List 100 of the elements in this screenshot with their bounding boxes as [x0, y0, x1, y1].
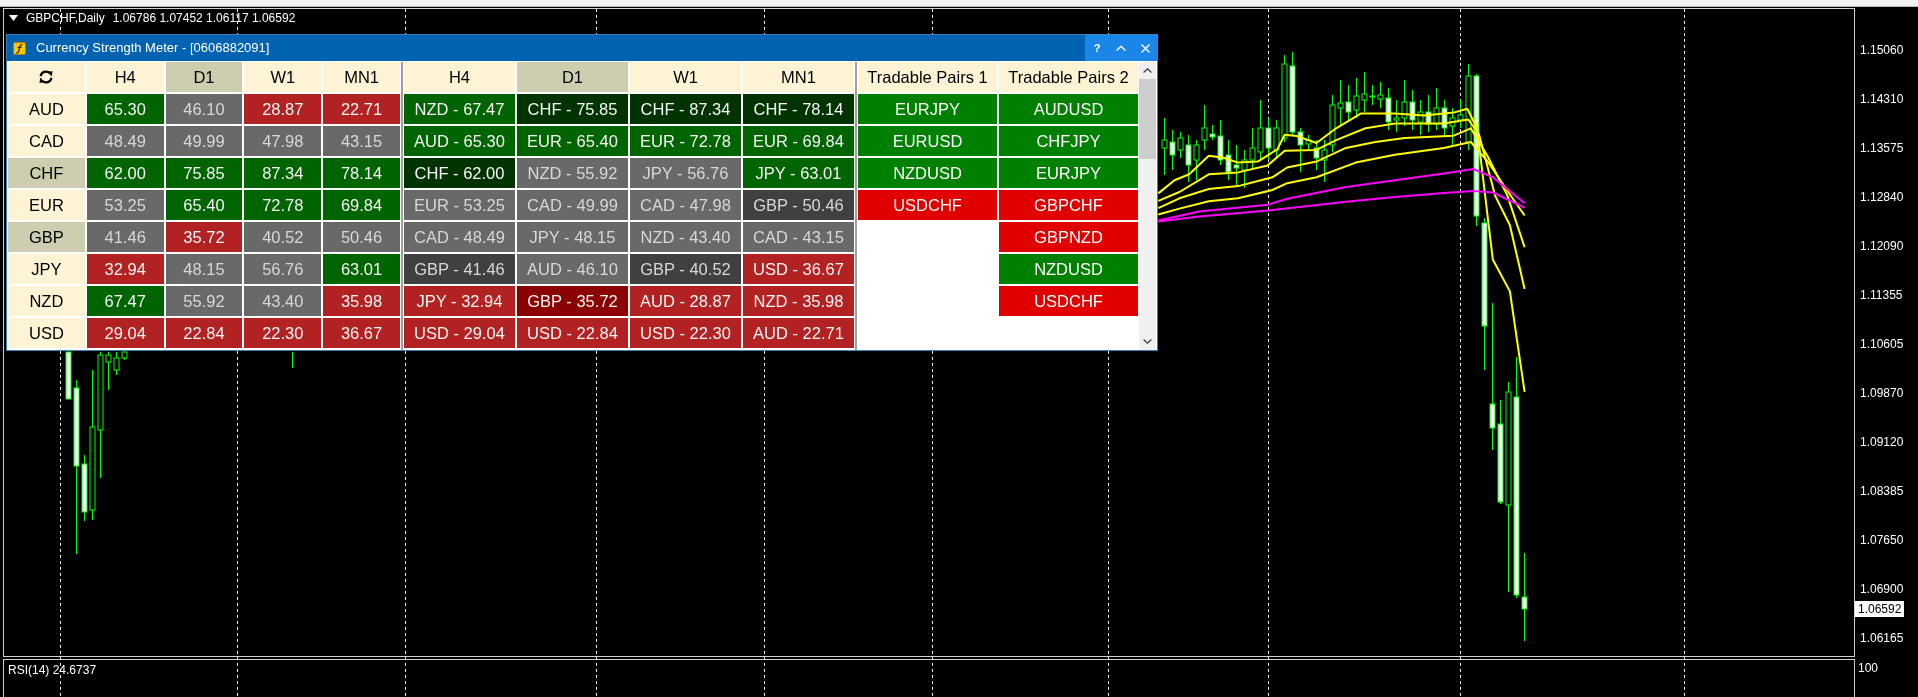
table-cell: CAD - 48.49 [404, 222, 515, 252]
row-header: JPY [8, 254, 85, 284]
table-cell: 22.84 [165, 318, 243, 348]
price-values: 1.06786 1.07452 1.06117 1.06592 [112, 11, 296, 25]
table-cell: EUR - 53.25 [404, 190, 515, 220]
row-header: GBP [8, 222, 85, 252]
table-cell: 35.72 [165, 222, 243, 252]
pair-cell: EURJPY [858, 94, 997, 124]
table-cell: AUD - 65.30 [404, 126, 515, 156]
table-cell: 72.78 [244, 190, 322, 220]
price-label: 1.07650 [1860, 533, 1904, 547]
table-cell: EUR - 65.40 [517, 126, 628, 156]
table-cell: 67.47 [86, 286, 164, 316]
window-title: Currency Strength Meter - [0606882091] [36, 40, 270, 56]
indicator-axis-label: 100 [1858, 661, 1879, 675]
table-cell: AUD - 46.10 [517, 254, 628, 284]
row-header: EUR [8, 190, 85, 220]
table-cell: 75.85 [165, 158, 243, 188]
table-cell: CAD - 43.15 [743, 222, 854, 252]
table-cell: 53.25 [86, 190, 164, 220]
row-header: USD [8, 318, 85, 348]
close-button[interactable] [1133, 35, 1157, 61]
column-header: H4 [404, 62, 515, 92]
close-icon [1140, 43, 1150, 53]
table-cell: NZD - 43.40 [630, 222, 741, 252]
table-cell: JPY - 63.01 [743, 158, 854, 188]
pair-cell: USDCHF [858, 190, 997, 220]
price-label: 1.06900 [1860, 582, 1904, 596]
price-label: 1.10605 [1860, 337, 1904, 351]
table-cell: CHF - 78.14 [743, 94, 854, 124]
pair-cell: CHFJPY [999, 126, 1138, 156]
table-cell: JPY - 32.94 [404, 286, 515, 316]
column-header: Tradable Pairs 2 [999, 62, 1138, 92]
pair-cell: NZDUSD [858, 158, 997, 188]
current-price-label: 1.06592 [1855, 601, 1905, 617]
row-header: CHF [8, 158, 85, 188]
column-header: Tradable Pairs 1 [858, 62, 997, 92]
refresh-button[interactable] [8, 62, 85, 92]
row-header: AUD [8, 94, 85, 124]
indicator-label: RSI(14) 24.6737 [8, 663, 97, 677]
table-cell: 47.98 [244, 126, 322, 156]
table-cell: 65.30 [86, 94, 164, 124]
table-cell: 35.98 [323, 286, 400, 316]
table-cell: 62.00 [86, 158, 164, 188]
pair-cell: GBPNZD [999, 222, 1138, 252]
column-header: D1 [165, 62, 243, 92]
table-cell: AUD - 28.87 [630, 286, 741, 316]
pair-cell: GBPCHF [999, 190, 1138, 220]
price-label: 1.15060 [1860, 43, 1904, 57]
table-cell: NZD - 67.47 [404, 94, 515, 124]
column-header: MN1 [743, 62, 854, 92]
table-cell: JPY - 56.76 [630, 158, 741, 188]
table-cell: USD - 36.67 [743, 254, 854, 284]
help-button[interactable]: ? [1085, 35, 1109, 61]
table-cell: NZD - 35.98 [743, 286, 854, 316]
refresh-icon [38, 69, 55, 85]
table-cell: AUD - 22.71 [743, 318, 854, 348]
table-cell: EUR - 72.78 [630, 126, 741, 156]
chevron-down-icon[interactable] [1143, 339, 1152, 344]
pair-cell: EURJPY [999, 158, 1138, 188]
price-label: 1.12090 [1860, 239, 1904, 253]
table-cell: 22.71 [323, 94, 400, 124]
scrollbar[interactable] [1139, 62, 1156, 350]
row-header: CAD [8, 126, 85, 156]
function-icon [13, 41, 26, 55]
price-label: 1.13575 [1860, 141, 1904, 155]
pair-cell: USDCHF [999, 286, 1138, 316]
table-cell: 28.87 [244, 94, 322, 124]
table-cell: GBP - 40.52 [630, 254, 741, 284]
table-cell: CHF - 75.85 [517, 94, 628, 124]
pair-cell: EURUSD [858, 126, 997, 156]
pair-cell: AUDUSD [999, 94, 1138, 124]
chevron-up-icon [1116, 45, 1126, 51]
table-cell: 40.52 [244, 222, 322, 252]
table-cell: 22.30 [244, 318, 322, 348]
table-cell: JPY - 48.15 [517, 222, 628, 252]
price-label: 1.09120 [1860, 435, 1904, 449]
triangle-down-icon[interactable] [9, 15, 18, 21]
table-cell: 43.15 [323, 126, 400, 156]
table-cell: 78.14 [323, 158, 400, 188]
table-cell: NZD - 55.92 [517, 158, 628, 188]
chart-symbol: GBPCHF,Daily [26, 11, 105, 25]
table-cell: EUR - 69.84 [743, 126, 854, 156]
chevron-up-icon[interactable] [1143, 68, 1152, 73]
scrollbar-thumb[interactable] [1139, 79, 1156, 159]
table-cell: 87.34 [244, 158, 322, 188]
table-cell: CHF - 87.34 [630, 94, 741, 124]
table-cell: 32.94 [86, 254, 164, 284]
table-cell: GBP - 41.46 [404, 254, 515, 284]
table-cell: 41.46 [86, 222, 164, 252]
table-cell: 43.40 [244, 286, 322, 316]
pair-cell: NZDUSD [999, 254, 1138, 284]
candle-wick [292, 351, 293, 369]
column-header: MN1 [323, 62, 400, 92]
column-header: W1 [630, 62, 741, 92]
column-header: D1 [517, 62, 628, 92]
table-cell: USD - 22.84 [517, 318, 628, 348]
price-label: 1.09870 [1860, 386, 1904, 400]
table-cell: 46.10 [165, 94, 243, 124]
row-header: NZD [8, 286, 85, 316]
